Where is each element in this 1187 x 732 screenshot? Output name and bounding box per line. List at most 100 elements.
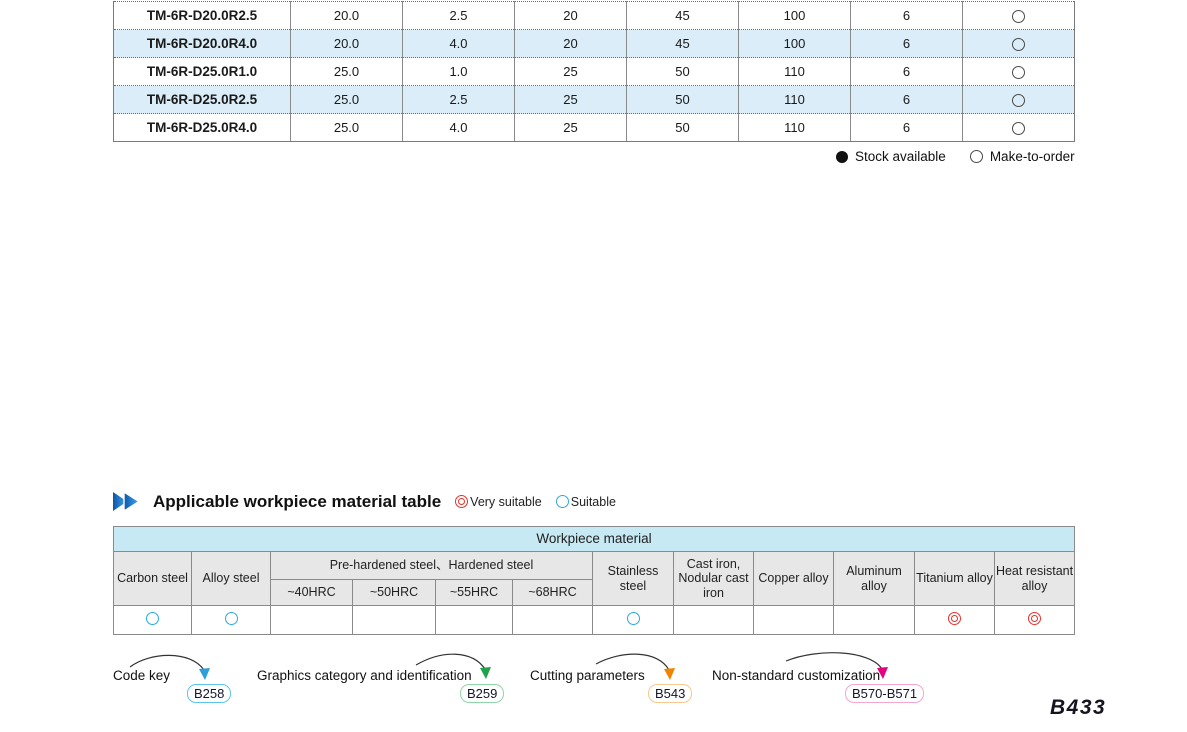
value-cell: 20	[515, 30, 627, 58]
very-suitable-icon	[948, 612, 961, 625]
make-to-order-icon	[1012, 94, 1025, 107]
material-column-header: ~40HRC	[271, 580, 353, 606]
value-cell: 6	[851, 2, 963, 30]
value-cell: 6	[851, 114, 963, 142]
cutting-parameters-badge: B543	[648, 684, 692, 703]
page-number: B433	[1050, 696, 1106, 720]
model-cell: TM-6R-D25.0R1.0	[114, 58, 291, 86]
very-suitable-label: Very suitable	[470, 495, 542, 509]
rating-cell	[114, 606, 192, 635]
code-key-badge: B258	[187, 684, 231, 703]
value-cell: 2.5	[403, 86, 515, 114]
make-to-order-icon	[1012, 122, 1025, 135]
suitable-legend: Suitable	[556, 495, 616, 509]
table-row: TM-6R-D25.0R1.025.01.025501106	[114, 58, 1075, 86]
very-suitable-icon	[455, 495, 468, 508]
model-cell: TM-6R-D25.0R4.0	[114, 114, 291, 142]
rating-cell	[754, 606, 834, 635]
section-title: Applicable workpiece material table	[153, 492, 441, 512]
rating-cell	[995, 606, 1075, 635]
model-cell: TM-6R-D25.0R2.5	[114, 86, 291, 114]
value-cell: 25.0	[291, 114, 403, 142]
availability-cell	[963, 58, 1075, 86]
workpiece-material-title: Workpiece material	[114, 527, 1075, 552]
rating-cell	[593, 606, 674, 635]
suitable-icon	[225, 612, 238, 625]
material-column-header: Carbon steel	[114, 552, 192, 606]
value-cell: 20.0	[291, 2, 403, 30]
make-to-order-icon	[1012, 66, 1025, 79]
value-cell: 4.0	[403, 30, 515, 58]
model-cell: TM-6R-D20.0R4.0	[114, 30, 291, 58]
material-column-header: ~50HRC	[353, 580, 436, 606]
availability-cell	[963, 86, 1075, 114]
catalog-page: TM-6R-D20.0R2.520.02.520451006TM-6R-D20.…	[0, 0, 1187, 732]
make-to-order-icon	[1012, 38, 1025, 51]
value-cell: 50	[627, 58, 739, 86]
material-column-header: Alloy steel	[192, 552, 271, 606]
value-cell: 20.0	[291, 30, 403, 58]
suitable-icon	[627, 612, 640, 625]
value-cell: 50	[627, 114, 739, 142]
material-column-header: ~55HRC	[436, 580, 513, 606]
rating-cell	[513, 606, 593, 635]
rating-cell	[674, 606, 754, 635]
suitable-label: Suitable	[571, 495, 616, 509]
rating-cell	[271, 606, 353, 635]
value-cell: 25	[515, 86, 627, 114]
code-key-label: Code key	[113, 668, 170, 683]
value-cell: 110	[739, 58, 851, 86]
very-suitable-icon	[1028, 612, 1041, 625]
value-cell: 100	[739, 30, 851, 58]
value-cell: 6	[851, 30, 963, 58]
rating-cell	[915, 606, 995, 635]
rating-cell	[834, 606, 915, 635]
value-cell: 6	[851, 58, 963, 86]
suitable-icon	[146, 612, 159, 625]
value-cell: 45	[627, 2, 739, 30]
value-cell: 25	[515, 58, 627, 86]
model-cell: TM-6R-D20.0R2.5	[114, 2, 291, 30]
rating-cell	[192, 606, 271, 635]
value-cell: 45	[627, 30, 739, 58]
table-row: TM-6R-D25.0R4.025.04.025501106	[114, 114, 1075, 142]
stock-available-label: Stock available	[855, 149, 946, 164]
suitable-icon	[556, 495, 569, 508]
section-header: Applicable workpiece material table Very…	[113, 491, 616, 512]
table-row: TM-6R-D20.0R4.020.04.020451006	[114, 30, 1075, 58]
value-cell: 1.0	[403, 58, 515, 86]
material-column-header: Heat resistant alloy	[995, 552, 1075, 606]
material-column-header: ~68HRC	[513, 580, 593, 606]
value-cell: 110	[739, 114, 851, 142]
value-cell: 2.5	[403, 2, 515, 30]
spec-table: TM-6R-D20.0R2.520.02.520451006TM-6R-D20.…	[113, 1, 1075, 142]
availability-cell	[963, 2, 1075, 30]
value-cell: 110	[739, 86, 851, 114]
graphics-category-badge: B259	[460, 684, 504, 703]
non-standard-customization-badge: B570-B571	[845, 684, 924, 703]
material-column-header: Copper alloy	[754, 552, 834, 606]
table-row: TM-6R-D20.0R2.520.02.520451006	[114, 2, 1075, 30]
material-column-header: Titanium alloy	[915, 552, 995, 606]
availability-cell	[963, 114, 1075, 142]
availability-legend: Stock available Make-to-order	[836, 149, 1076, 164]
material-column-header: Cast iron, Nodular cast iron	[674, 552, 754, 606]
non-standard-customization-label: Non-standard customization	[712, 668, 880, 683]
value-cell: 25	[515, 114, 627, 142]
availability-cell	[963, 30, 1075, 58]
make-to-order-icon	[970, 150, 983, 163]
table-row: TM-6R-D25.0R2.525.02.525501106	[114, 86, 1075, 114]
make-to-order-label: Make-to-order	[990, 149, 1075, 164]
value-cell: 20	[515, 2, 627, 30]
material-column-header: Stainless steel	[593, 552, 674, 606]
material-column-header: Pre-hardened steel、Hardened steel	[271, 552, 593, 580]
value-cell: 25.0	[291, 58, 403, 86]
value-cell: 6	[851, 86, 963, 114]
value-cell: 25.0	[291, 86, 403, 114]
make-to-order-icon	[1012, 10, 1025, 23]
stock-available-icon	[836, 151, 848, 163]
graphics-category-label: Graphics category and identification	[257, 668, 472, 683]
value-cell: 4.0	[403, 114, 515, 142]
rating-cell	[436, 606, 513, 635]
value-cell: 50	[627, 86, 739, 114]
